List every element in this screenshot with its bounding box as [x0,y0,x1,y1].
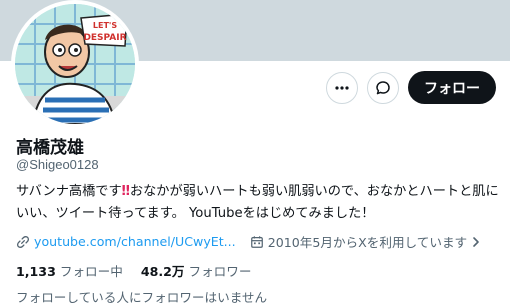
followers-count[interactable]: 48.2万 [141,261,185,280]
message-icon [376,80,390,94]
avatar-illustration: LET'S DESPAIR [15,4,135,124]
mutual-followers-note: フォローしている人にフォロワーはいません [16,290,268,305]
profile-meta: youtube.com/channel/UCwyEt... 2010年5月からX… [16,232,481,251]
more-icon [335,85,349,90]
calendar-icon [250,235,263,248]
avatar[interactable]: LET'S DESPAIR [11,0,139,128]
profile-bio: サバンナ高橋です‼おなかが弱いハートも弱い肌弱いので、おなかとハートと肌にいい、… [16,181,502,225]
follow-stats: 1,133 フォロー中 48.2万 フォロワー [16,261,251,280]
follow-button[interactable]: フォロー [408,71,496,104]
svg-text:DESPAIR: DESPAIR [83,33,126,43]
svg-text:LET'S: LET'S [93,21,117,30]
profile-actions: フォロー [326,71,496,104]
message-button[interactable] [367,71,399,104]
bio-text-start: サバンナ高橋です [16,184,122,199]
followers-label[interactable]: フォロワー [188,261,251,280]
joined-date: 2010年5月からXを利用しています [267,235,468,250]
profile-link[interactable]: youtube.com/channel/UCwyEt... [34,234,236,249]
more-button[interactable] [326,71,358,104]
display-name: 高橋茂雄 [16,138,84,158]
following-count[interactable]: 1,133 [16,264,56,279]
following-label[interactable]: フォロー中 [60,261,123,280]
link-icon [16,235,30,248]
chevron-right-icon[interactable] [471,236,481,248]
double-exclamation-emoji: ‼ [121,184,130,199]
avatar-image: LET'S DESPAIR [15,4,135,124]
user-handle: @Shigeo0128 [16,157,99,172]
